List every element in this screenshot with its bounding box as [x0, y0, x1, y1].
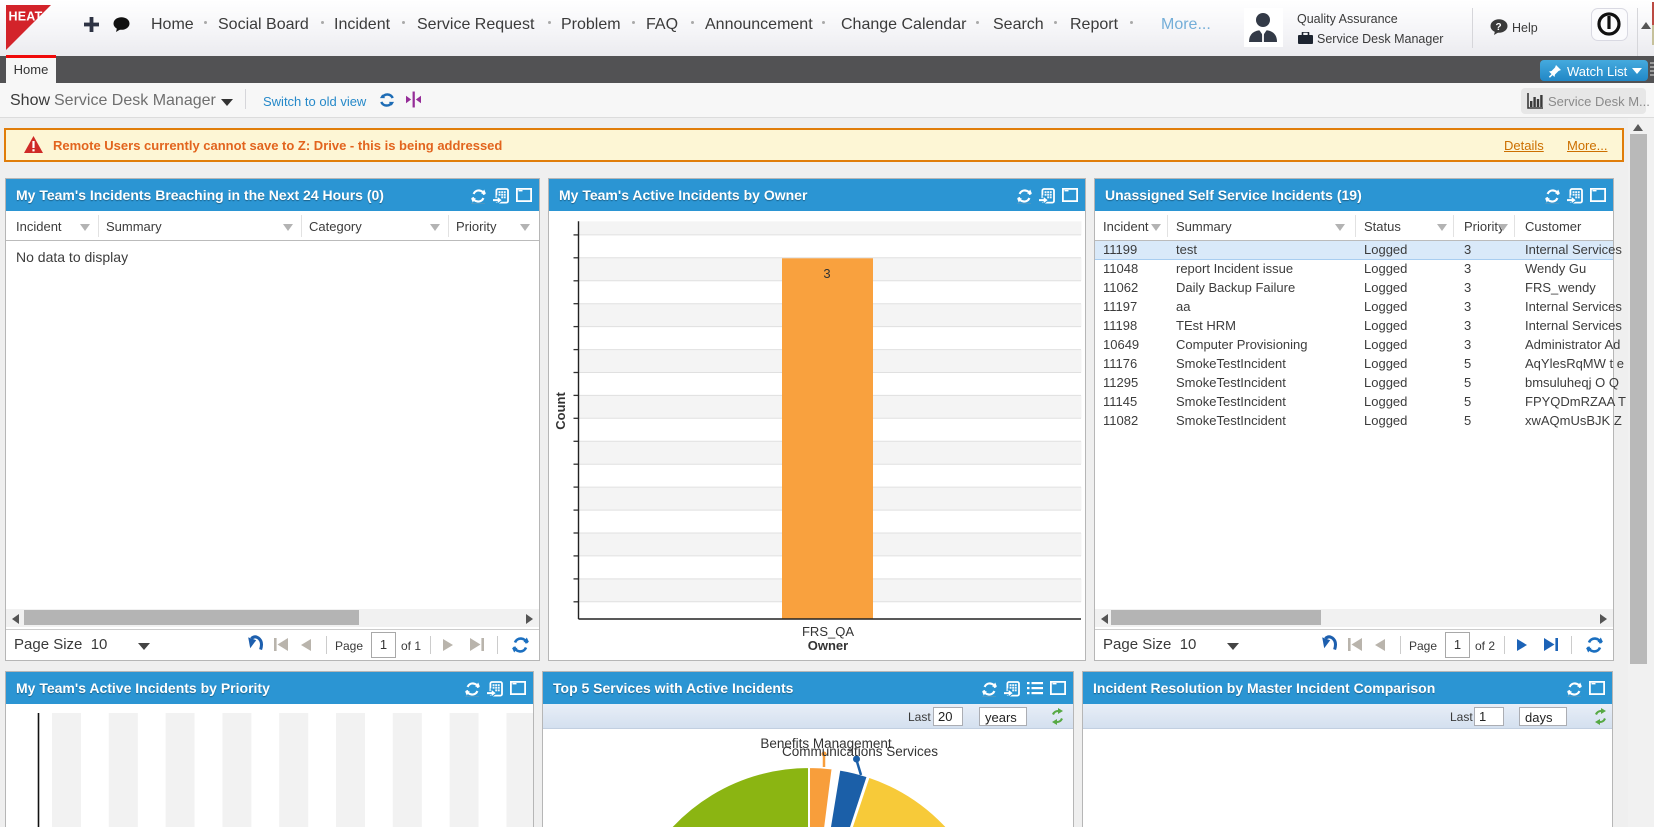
svg-text:HEAT: HEAT: [9, 10, 43, 24]
svg-text:FRS_QA: FRS_QA: [802, 624, 854, 639]
svg-text:?: ?: [1496, 22, 1502, 33]
svg-text:Owner: Owner: [808, 638, 848, 653]
svg-text:Communications Services: Communications Services: [782, 744, 938, 759]
svg-text:Count: Count: [553, 392, 568, 430]
svg-text:3: 3: [823, 266, 830, 281]
